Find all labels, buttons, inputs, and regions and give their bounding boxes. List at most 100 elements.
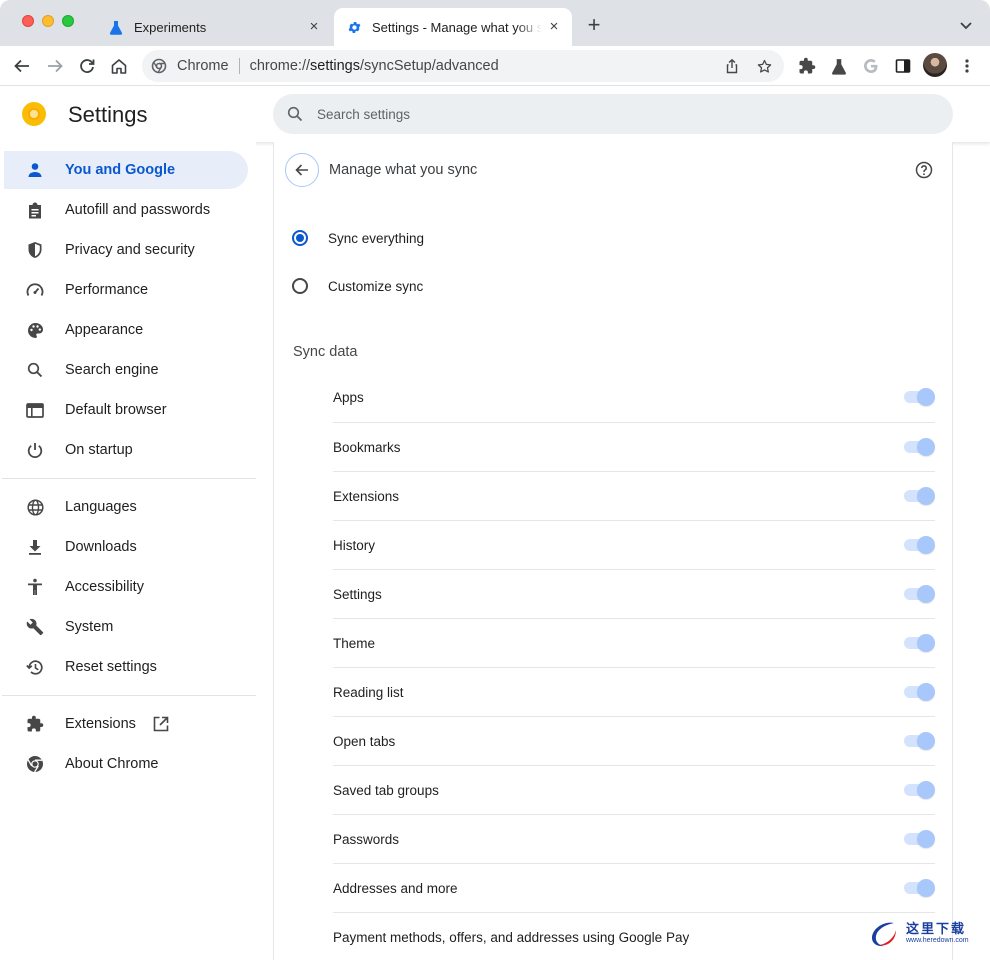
toggle-switch[interactable] xyxy=(904,487,935,505)
flask-icon[interactable] xyxy=(827,54,851,78)
sidebar-item-label: Default browser xyxy=(65,402,167,418)
sync-item-label: Addresses and more xyxy=(333,880,458,896)
toggle-switch[interactable] xyxy=(904,781,935,799)
sidebar-item-reset-settings[interactable]: Reset settings xyxy=(4,648,248,686)
extensions-puzzle-icon[interactable] xyxy=(795,54,819,78)
address-bar[interactable]: Chrome chrome://settings/syncSetup/advan… xyxy=(142,50,784,82)
sidebar-item-about-chrome[interactable]: About Chrome xyxy=(4,745,248,783)
sidebar-item-downloads[interactable]: Downloads xyxy=(4,528,248,566)
sync-item-label: Bookmarks xyxy=(333,439,401,455)
sync-everything-option[interactable]: Sync everything xyxy=(292,226,424,250)
toggle-switch[interactable] xyxy=(904,634,935,652)
toggle-switch[interactable] xyxy=(904,683,935,701)
new-tab-button[interactable]: + xyxy=(582,14,606,38)
sidebar-item-label: Reset settings xyxy=(65,659,157,675)
back-arrow-icon[interactable] xyxy=(10,54,34,78)
sidebar-item-label: System xyxy=(65,619,114,635)
sidebar-item-accessibility[interactable]: Accessibility xyxy=(4,568,248,606)
chrome-logo-icon xyxy=(25,754,45,774)
avatar[interactable] xyxy=(923,53,947,77)
tab-title: Experiments xyxy=(134,19,207,35)
sync-item-label: Passwords xyxy=(333,831,400,847)
radio-button-unchecked[interactable] xyxy=(292,278,308,294)
sidebar-item-label: Privacy and security xyxy=(65,242,195,258)
zoom-window-button[interactable] xyxy=(62,15,74,27)
search-input[interactable] xyxy=(317,106,917,122)
sync-item-saved-tab-groups: Saved tab groups xyxy=(333,765,935,814)
customize-sync-option[interactable]: Customize sync xyxy=(292,274,423,298)
star-icon[interactable] xyxy=(752,54,776,78)
sidebar-item-on-startup[interactable]: On startup xyxy=(4,431,248,469)
puzzle-icon xyxy=(25,714,45,734)
toggle-switch[interactable] xyxy=(904,536,935,554)
minimize-window-button[interactable] xyxy=(42,15,54,27)
tab-search-chevron-icon[interactable] xyxy=(956,15,976,35)
sidebar-item-languages[interactable]: Languages xyxy=(4,488,248,526)
omnibox-divider xyxy=(238,58,240,74)
chrome-settings-logo-icon xyxy=(22,102,46,126)
home-icon[interactable] xyxy=(107,54,131,78)
sync-item-label: Theme xyxy=(333,635,376,651)
back-button[interactable] xyxy=(285,153,319,187)
toggle-switch[interactable] xyxy=(904,585,935,603)
palette-icon xyxy=(25,320,45,340)
toggle-switch[interactable] xyxy=(904,732,935,750)
watermark-text: 这里下载 xyxy=(906,922,967,937)
close-icon[interactable]: × xyxy=(546,19,562,35)
sidebar-item-system[interactable]: System xyxy=(4,608,248,646)
tab-experiments[interactable]: Experiments × xyxy=(96,8,332,46)
close-window-button[interactable] xyxy=(22,15,34,27)
section-title: Sync data xyxy=(293,344,358,360)
sync-item-label: History xyxy=(333,537,376,553)
sidebar-item-search-engine[interactable]: Search engine xyxy=(4,351,248,389)
reload-icon[interactable] xyxy=(75,54,99,78)
toggle-switch[interactable] xyxy=(904,388,935,406)
sync-item-bookmarks: Bookmarks xyxy=(333,422,935,471)
sidebar-item-performance[interactable]: Performance xyxy=(4,271,248,309)
sync-data-list: Apps Bookmarks Extensions History Settin… xyxy=(333,373,935,960)
sync-settings-card: Manage what you sync Sync everything Cus… xyxy=(273,142,953,960)
subpage-title: Manage what you sync xyxy=(329,162,478,178)
sidebar-item-appearance[interactable]: Appearance xyxy=(4,311,248,349)
help-icon[interactable] xyxy=(914,160,934,180)
sidebar-item-label: Autofill and passwords xyxy=(65,202,211,218)
sidebar-item-label: Appearance xyxy=(65,322,144,338)
toggle-switch[interactable] xyxy=(904,830,935,848)
sync-item-label: Apps xyxy=(333,390,364,405)
close-icon[interactable]: × xyxy=(306,19,322,35)
browser-toolbar: Chrome chrome://settings/syncSetup/advan… xyxy=(0,46,990,86)
sidebar-item-label: Accessibility xyxy=(65,579,144,595)
search-settings-box[interactable] xyxy=(273,94,953,134)
sync-item-addresses: Addresses and more xyxy=(333,863,935,912)
url-path: /syncSetup/advanced xyxy=(360,58,499,74)
shield-icon xyxy=(25,240,45,260)
sidebar-item-label: On startup xyxy=(65,442,133,458)
toggle-switch[interactable] xyxy=(904,879,935,897)
sidebar-item-default-browser[interactable]: Default browser xyxy=(4,391,248,429)
sync-item-settings: Settings xyxy=(333,569,935,618)
sidebar-item-privacy[interactable]: Privacy and security xyxy=(4,231,248,269)
toggle-switch[interactable] xyxy=(904,438,935,456)
share-icon[interactable] xyxy=(720,54,744,78)
sidebar-item-label: Languages xyxy=(65,499,137,515)
side-panel-icon[interactable] xyxy=(891,54,915,78)
sync-item-passwords: Passwords xyxy=(333,814,935,863)
globe-icon xyxy=(25,497,45,517)
google-g-icon[interactable] xyxy=(859,54,883,78)
radio-button-checked[interactable] xyxy=(292,230,308,246)
tab-settings[interactable]: Settings - Manage what you sync × xyxy=(334,8,572,46)
sync-item-label: Extensions xyxy=(333,488,400,504)
sync-item-label: Open tabs xyxy=(333,733,396,749)
omnibox-url[interactable]: chrome://settings/syncSetup/advanced xyxy=(250,58,720,74)
watermark-logo: 这里下载 www.heredown.com xyxy=(866,916,976,952)
chrome-logo-icon[interactable] xyxy=(150,57,168,75)
tab-title: Settings - Manage what you sync xyxy=(372,19,542,35)
sidebar-item-you-and-google[interactable]: You and Google xyxy=(4,151,248,189)
forward-arrow-icon[interactable] xyxy=(43,54,67,78)
watermark-url: www.heredown.com xyxy=(906,937,969,944)
sidebar-item-extensions[interactable]: Extensions xyxy=(4,705,248,743)
sidebar-item-autofill[interactable]: Autofill and passwords xyxy=(4,191,248,229)
speedometer-icon xyxy=(25,280,45,300)
clipboard-icon xyxy=(25,200,45,220)
kebab-menu-icon[interactable] xyxy=(955,54,979,78)
